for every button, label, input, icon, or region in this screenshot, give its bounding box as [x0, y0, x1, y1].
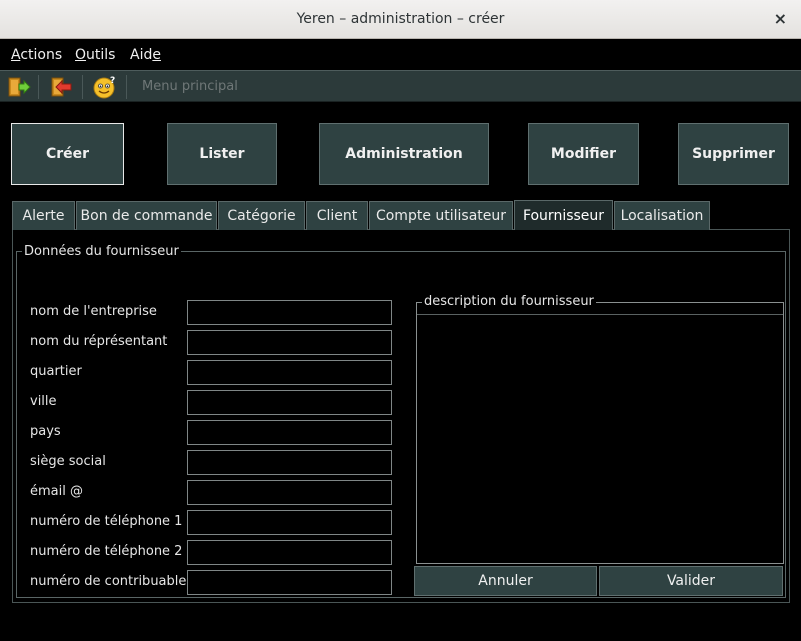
headquarters-label: siège social	[30, 454, 106, 469]
tab-client[interactable]: Client	[306, 201, 368, 230]
tab-fournisseur[interactable]: Fournisseur	[514, 200, 613, 230]
district-input[interactable]	[187, 360, 392, 385]
lister-button[interactable]: Lister	[167, 123, 277, 185]
enter-door-icon[interactable]	[4, 73, 34, 100]
administration-button[interactable]: Administration	[319, 123, 489, 185]
main-menu-label: Menu principal	[142, 79, 238, 94]
description-textarea[interactable]	[417, 314, 783, 563]
supplier-data-title: Données du fournisseur	[22, 244, 181, 259]
tab-alerte[interactable]: Alerte	[12, 201, 75, 230]
district-label: quartier	[30, 364, 82, 379]
title-bar: Yeren – administration – créer ×	[0, 0, 801, 39]
supprimer-button[interactable]: Supprimer	[678, 123, 789, 185]
representative-name-label: nom du réprésentant	[30, 334, 168, 349]
company-name-label: nom de l'entreprise	[30, 304, 157, 319]
company-name-input[interactable]	[187, 300, 392, 325]
menu-outils[interactable]: Outils	[75, 47, 115, 63]
email-input[interactable]	[187, 480, 392, 505]
close-icon[interactable]: ×	[774, 9, 787, 28]
city-label: ville	[30, 394, 57, 409]
email-label: émail @	[30, 484, 83, 499]
tab-localisation[interactable]: Localisation	[614, 201, 710, 230]
representative-name-input[interactable]	[187, 330, 392, 355]
description-title: description du fournisseur	[422, 294, 596, 309]
phone-2-input[interactable]	[187, 540, 392, 565]
exit-door-icon[interactable]	[46, 73, 76, 100]
tab-categorie[interactable]: Catégorie	[218, 201, 305, 230]
taxpayer-number-input[interactable]	[187, 570, 392, 595]
modifier-button[interactable]: Modifier	[528, 123, 639, 185]
toolbar-separator	[38, 75, 39, 99]
window-title: Yeren – administration – créer	[296, 11, 505, 27]
city-input[interactable]	[187, 390, 392, 415]
headquarters-input[interactable]	[187, 450, 392, 475]
cancel-button[interactable]: Annuler	[414, 566, 597, 596]
toolbar-separator	[82, 75, 83, 99]
country-input[interactable]	[187, 420, 392, 445]
taxpayer-number-label: numéro de contribuable	[30, 574, 187, 589]
phone-2-label: numéro de téléphone 2	[30, 544, 183, 559]
country-label: pays	[30, 424, 61, 439]
validate-button[interactable]: Valider	[599, 566, 783, 596]
menu-bar: Actions Outils Aide	[0, 39, 801, 70]
phone-1-input[interactable]	[187, 510, 392, 535]
creer-button[interactable]: Créer	[11, 123, 124, 185]
toolbar-separator	[126, 75, 127, 99]
toolbar: ? Menu principal	[0, 70, 801, 102]
help-smiley-icon[interactable]: ?	[90, 73, 120, 100]
phone-1-label: numéro de téléphone 1	[30, 514, 183, 529]
menu-aide[interactable]: Aide	[130, 47, 161, 63]
tab-bon-de-commande[interactable]: Bon de commande	[76, 201, 217, 230]
tab-compte-utilisateur[interactable]: Compte utilisateur	[369, 201, 513, 230]
menu-actions[interactable]: Actions	[11, 47, 62, 63]
svg-text:?: ?	[110, 76, 115, 86]
